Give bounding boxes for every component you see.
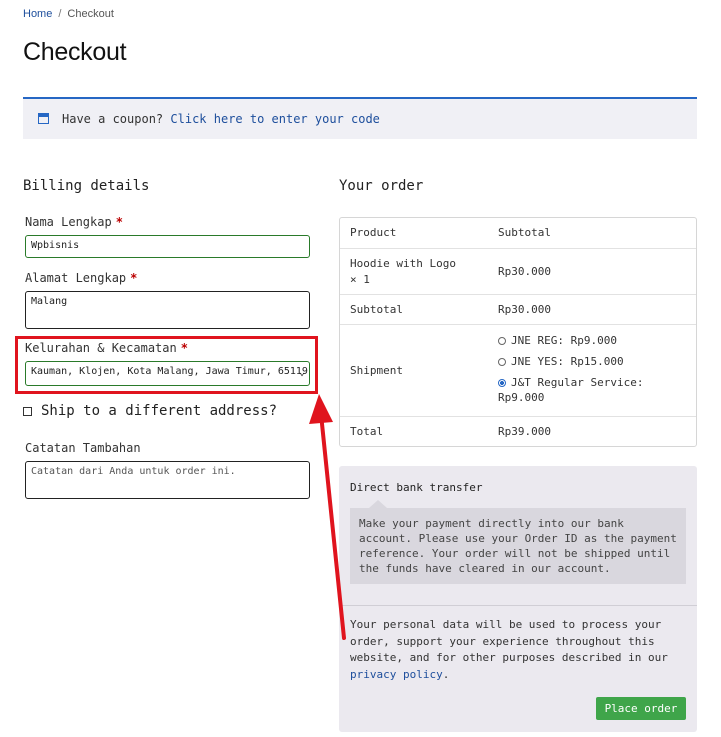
breadcrumb-current: Checkout [67,8,114,20]
subtotal-label: Subtotal [350,303,403,316]
product-name: Hoodie with Logo [350,257,456,270]
coupon-notice: Have a coupon? Click here to enter your … [23,97,697,139]
coupon-text: Have a coupon? Click here to enter your … [62,112,380,126]
privacy-period: . [442,667,450,681]
billing-details-title: Billing details [23,178,150,194]
coupon-link[interactable]: Click here to enter your code [170,112,380,126]
privacy-text: Your personal data will be used to proce… [350,618,668,664]
radio-button-selected[interactable] [498,379,506,387]
coupon-prompt: Have a coupon? [62,112,164,126]
page-title: Checkout [23,38,127,66]
shipping-option-jne-reg[interactable]: JNE REG: Rp9.000 [498,333,643,348]
ship-different-checkbox[interactable] [23,407,32,416]
shipping-option-jne-yes[interactable]: JNE YES: Rp15.000 [498,354,643,369]
shipping-option-jt-regular[interactable]: J&T Regular Service: Rp9.000 [498,375,643,405]
notes-label: Catatan Tambahan [25,441,141,455]
table-row: Hoodie with Logo × 1 Rp30.000 [340,248,696,295]
name-label-text: Nama Lengkap [25,215,112,229]
order-review-table: Product Subtotal Hoodie with Logo × 1 Rp3… [339,217,697,447]
arrow-shaft [319,412,346,640]
required-marker: * [115,215,123,229]
product-price: Rp30.000 [498,265,551,278]
your-order-title: Your order [339,178,424,194]
annotation-arrow-icon [309,394,346,640]
radio-button[interactable] [498,337,506,345]
product-header: Product [350,226,397,239]
radio-button[interactable] [498,358,506,366]
annotation-highlight-box [15,336,318,394]
privacy-policy-link[interactable]: privacy policy [350,668,443,681]
calendar-icon [38,113,49,124]
breadcrumb: Home / Checkout [23,8,114,20]
place-order-button[interactable]: Place order [596,697,686,720]
breadcrumb-home-link[interactable]: Home [23,8,52,20]
breadcrumb-separator: / [58,8,62,20]
shipping-option-label: J&T Regular Service: [511,376,644,389]
subtotal-row: Subtotal Rp30.000 [340,294,696,325]
name-label: Nama Lengkap * [25,215,123,229]
table-header-row: Product Subtotal [340,218,696,248]
address-label-text: Alamat Lengkap [25,271,127,285]
product-qty: × 1 [350,273,370,286]
shipment-row: Shipment JNE REG: Rp9.000 JNE YES: Rp15.… [340,324,696,417]
ship-different-label[interactable]: Ship to a different address? [41,403,277,419]
shipment-options: JNE REG: Rp9.000 JNE YES: Rp15.000 J&T R… [498,333,643,405]
product-cell: Hoodie with Logo × 1 [350,256,456,288]
address-label: Alamat Lengkap * [25,271,137,285]
notes-textarea[interactable]: Catatan dari Anda untuk order ini. [25,461,310,499]
address-textarea[interactable]: Malang [25,291,310,329]
subtotal-value: Rp30.000 [498,303,551,316]
total-value: Rp39.000 [498,425,551,438]
subtotal-header: Subtotal [498,226,551,239]
privacy-notice: Your personal data will be used to proce… [350,617,685,683]
name-input[interactable]: Wpbisnis [25,235,310,258]
required-marker: * [130,271,138,285]
shipping-option-price: Rp9.000 [498,391,545,404]
shipping-option-label: JNE REG: Rp9.000 [511,334,617,347]
shipment-label: Shipment [350,364,403,377]
payment-method-label[interactable]: Direct bank transfer [350,481,482,494]
arrow-head [309,394,333,424]
shipping-option-label: JNE YES: Rp15.000 [511,355,624,368]
divider [339,605,697,606]
payment-section: Direct bank transfer Make your payment d… [339,466,697,732]
payment-description: Make your payment directly into our bank… [350,508,686,584]
description-notch [369,500,387,508]
total-row: Total Rp39.000 [340,416,696,447]
